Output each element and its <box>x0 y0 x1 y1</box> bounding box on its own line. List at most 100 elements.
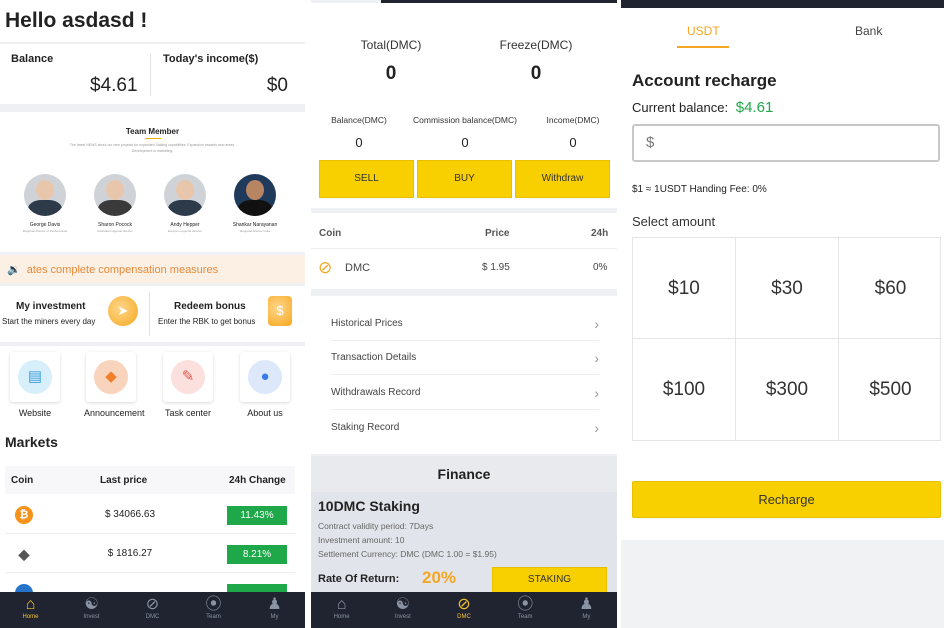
member-name: George Davis <box>29 222 61 228</box>
amount-option[interactable]: $10 <box>633 238 736 339</box>
tab-team[interactable]: ⦿ Team <box>495 592 556 628</box>
coin-change: 0% <box>593 262 608 273</box>
quick-task-center[interactable]: ✎ Task center <box>161 352 215 418</box>
my-investment-subtitle: Start the miners every day <box>2 317 96 326</box>
tab-dmc[interactable]: ⊘ DMC <box>122 592 183 628</box>
coins-icon: ☯ <box>395 596 410 613</box>
avatar <box>24 174 66 216</box>
rate-info: $1 ≈ 1USDT Handing Fee: 0% <box>632 184 767 195</box>
team-member[interactable]: Andy Hepper Europe's regional director <box>150 174 220 233</box>
amount-option[interactable]: $500 <box>839 339 942 440</box>
income-label: Today's income($) <box>163 53 259 65</box>
home-screen: Hello asdasd ! Balance $4.61 Today's inc… <box>0 0 305 628</box>
tab-usdt[interactable]: USDT <box>687 24 720 38</box>
coin-icon: ➤ <box>108 296 138 326</box>
market-change: 11.43% <box>227 506 287 525</box>
staking-line: Investment amount: 10 <box>318 535 405 545</box>
freeze-label: Freeze(DMC) <box>499 38 573 52</box>
balance-label: Balance <box>11 53 54 65</box>
total-label: Total(DMC) <box>360 38 422 52</box>
redeem-title: Redeem bonus <box>174 301 246 312</box>
chevron-right-icon: › <box>594 316 599 332</box>
member-role: Europe's regional director <box>167 229 203 233</box>
coin-price: $ 1.95 <box>482 262 510 273</box>
tab-team[interactable]: ⦿ Team <box>183 592 244 628</box>
top-strip <box>621 0 944 8</box>
notice-bar[interactable]: 🔉 ates complete compensation measures <box>0 255 305 283</box>
income-value: 0 <box>569 135 577 150</box>
tab-home[interactable]: ⌂ Home <box>0 592 61 628</box>
team-description: The latest NEWS about our new projects f… <box>69 143 236 153</box>
balance-card: Balance $4.61 Today's income($) $0 <box>0 44 305 104</box>
market-row[interactable]: ₿ $ 34066.63 11.43% <box>5 496 295 534</box>
current-balance-label: Current balance: <box>632 100 729 115</box>
tab-my[interactable]: ♟ My <box>556 592 617 628</box>
staking-title: 10DMC Staking <box>318 498 420 514</box>
user-icon: ♟ <box>267 596 282 613</box>
market-change: 8.21% <box>227 545 287 564</box>
team-member[interactable]: George Davis Regional director of the Am… <box>10 174 80 233</box>
link-historical-prices[interactable]: Historical Prices › <box>331 307 599 341</box>
dmc-summary: Total(DMC) 0 Freeze(DMC) 0 Balance(DMC) … <box>311 3 617 208</box>
link-staking-record[interactable]: Staking Record › <box>331 411 599 445</box>
amount-input[interactable]: $ <box>632 124 940 162</box>
tab-invest[interactable]: ☯ Invest <box>61 592 122 628</box>
tab-bank[interactable]: Bank <box>855 24 882 38</box>
team-member[interactable]: Sharon Pocock Australian regional direct… <box>80 174 150 233</box>
chevron-right-icon: › <box>594 350 599 366</box>
col-24h: 24h <box>591 228 609 239</box>
quick-label: Task center <box>164 408 212 418</box>
bottom-tab-bar: ⌂ Home ☯ Invest ⊘ DMC ⦿ Team ♟ My <box>0 592 305 628</box>
team-member[interactable]: Shankar Narayanan Regional director Indi… <box>220 174 290 233</box>
bonus-icon: $ <box>268 296 292 326</box>
withdraw-button[interactable]: Withdraw <box>515 160 610 198</box>
quick-about-us[interactable]: ● About us <box>238 352 292 418</box>
quick-announcement[interactable]: ◆ Announcement <box>84 352 145 418</box>
home-icon: ⌂ <box>336 596 347 613</box>
ror-label: Rate Of Return: <box>318 573 400 585</box>
book-icon: ▤ <box>18 360 52 394</box>
team-title: Team Member <box>125 127 180 136</box>
balance-value: $4.61 <box>90 75 138 96</box>
announcement-icon: ◆ <box>94 360 128 394</box>
tab-indicator <box>677 46 729 48</box>
current-balance: Current balance: $4.61 <box>632 99 773 116</box>
recharge-card: Account recharge Current balance: $4.61 … <box>621 56 944 540</box>
sell-button[interactable]: SELL <box>319 160 414 198</box>
greeting: Hello asdasd ! <box>0 0 305 42</box>
commission-label: Commission balance(DMC) <box>413 115 517 125</box>
pen-icon: ✎ <box>171 360 205 394</box>
finance-section: Finance 10DMC Staking Contract validity … <box>311 456 617 602</box>
staking-button[interactable]: STAKING <box>492 567 607 593</box>
col-coin: Coin <box>319 228 342 239</box>
tab-dmc[interactable]: ⊘ DMC <box>433 592 494 628</box>
recharge-screen: USDT Bank Account recharge Current balan… <box>621 0 944 628</box>
coins-icon: ☯ <box>84 596 99 613</box>
recharge-button[interactable]: Recharge <box>632 481 941 518</box>
col-price: Last price <box>100 475 148 486</box>
link-transaction-details[interactable]: Transaction Details › <box>331 341 599 375</box>
market-row[interactable]: ◆ $ 1816.27 8.21% <box>5 535 295 573</box>
amount-option[interactable]: $100 <box>633 339 736 440</box>
amount-option[interactable]: $300 <box>736 339 839 440</box>
tab-home[interactable]: ⌂ Home <box>311 592 372 628</box>
link-withdrawals-record[interactable]: Withdrawals Record › <box>331 376 599 410</box>
income-label: Income(DMC) <box>546 115 600 125</box>
buy-button[interactable]: BUY <box>417 160 512 198</box>
amount-option[interactable]: $30 <box>736 238 839 339</box>
amount-option[interactable]: $60 <box>839 238 942 339</box>
staking-line: Contract validity period: 7Days <box>318 521 434 531</box>
dmc-icon: ⊘ <box>318 258 333 277</box>
divider <box>150 54 151 96</box>
member-name: Shankar Narayanan <box>232 222 278 228</box>
redeem-subtitle: Enter the RBK to get bonus <box>158 317 256 326</box>
quick-label: Website <box>18 408 52 418</box>
quick-label: About us <box>247 408 283 418</box>
tab-my[interactable]: ♟ My <box>244 592 305 628</box>
coin-name: DMC <box>345 262 371 274</box>
market-price: $ 1816.27 <box>107 548 153 559</box>
tab-invest[interactable]: ☯ Invest <box>372 592 433 628</box>
ror-value: 20% <box>422 568 457 587</box>
quick-website[interactable]: ▤ Website <box>8 352 62 418</box>
markets-header: Coin Last price 24h Change <box>5 466 295 494</box>
